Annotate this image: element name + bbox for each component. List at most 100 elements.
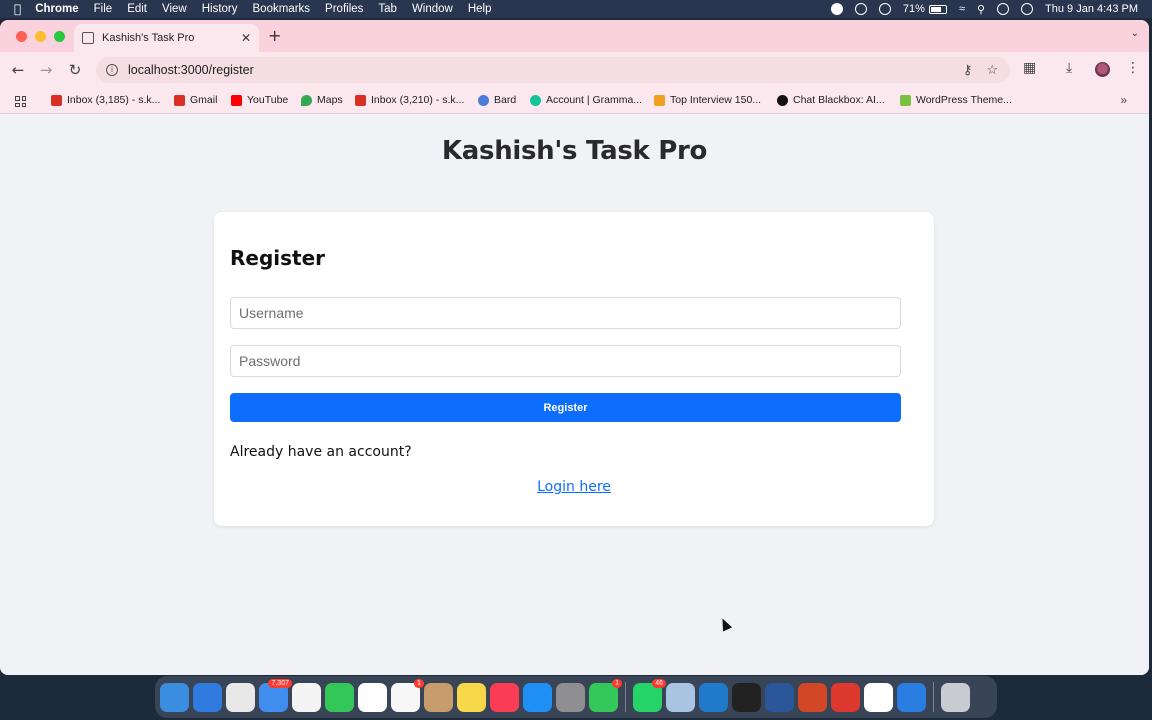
bookmark-item[interactable]: WordPress Theme... <box>900 94 1012 106</box>
bookmark-item[interactable]: Gmail <box>174 94 217 106</box>
notification-badge: 1 <box>612 678 622 688</box>
word-icon[interactable] <box>765 682 794 712</box>
notification-badge: 7,307 <box>268 678 292 688</box>
window-controls <box>16 31 65 42</box>
login-link[interactable]: Login here <box>214 479 934 495</box>
accessibility-icon[interactable] <box>878 3 891 15</box>
menu-tab[interactable]: Tab <box>378 3 397 15</box>
battery-status[interactable]: 71% <box>903 3 947 15</box>
siri-icon[interactable] <box>1021 3 1034 15</box>
username-input[interactable] <box>230 297 901 329</box>
grammarly-icon <box>530 94 541 106</box>
address-url[interactable]: localhost:3000/register <box>128 63 254 77</box>
register-button[interactable]: Register <box>230 393 901 422</box>
notification-badge: 1 <box>414 678 424 688</box>
tab-title: Kashish's Task Pro <box>102 32 195 44</box>
bookmark-star-icon[interactable]: ☆ <box>986 62 998 78</box>
bookmark-item[interactable]: Account | Gramma... <box>530 94 642 106</box>
whatsapp-icon[interactable]: 46 <box>633 678 666 712</box>
address-bar[interactable]: i localhost:3000/register ⚷ ☆ <box>96 57 1010 83</box>
preview-icon[interactable] <box>666 682 695 712</box>
menu-edit[interactable]: Edit <box>127 3 147 15</box>
menu-history[interactable]: History <box>202 3 238 15</box>
notes-icon[interactable] <box>457 682 486 712</box>
gmail-icon <box>51 94 62 106</box>
dock-separator <box>933 682 934 712</box>
tab-close-icon[interactable]: ✕ <box>241 31 251 45</box>
messages-icon[interactable]: 1 <box>589 678 622 712</box>
screen-record-icon[interactable] <box>830 3 843 15</box>
mail-icon[interactable]: 7,307 <box>259 678 292 712</box>
edit-favicon-icon <box>82 32 94 44</box>
bookmark-item[interactable]: Chat Blackbox: AI... <box>777 94 885 106</box>
safari-icon[interactable] <box>193 682 222 712</box>
fullscreen-window-button[interactable] <box>54 31 65 42</box>
menu-app-name[interactable]: Chrome <box>35 3 78 15</box>
facetime-icon[interactable] <box>325 682 354 712</box>
kebab-menu-icon[interactable]: ⋮ <box>1126 60 1140 76</box>
site-info-icon[interactable]: i <box>106 64 118 76</box>
password-key-icon[interactable]: ⚷ <box>963 62 973 78</box>
bookmark-item[interactable]: Maps <box>301 94 343 106</box>
wifi-icon[interactable]: ≈ <box>959 3 965 15</box>
gmail-icon <box>355 94 366 106</box>
package-icon[interactable] <box>854 3 867 15</box>
trash-icon[interactable] <box>941 682 970 712</box>
menu-help[interactable]: Help <box>468 3 492 15</box>
back-arrow-icon[interactable]: ← <box>9 61 27 79</box>
tab-strip: Kashish's Task Pro ✕ + ⌄ <box>0 20 1149 52</box>
wordpress-icon <box>900 94 911 106</box>
password-input[interactable] <box>230 345 901 377</box>
maps-icon <box>301 94 312 106</box>
menu-file[interactable]: File <box>94 3 113 15</box>
menubar-clock[interactable]: Thu 9 Jan 4:43 PM <box>1045 3 1138 15</box>
apple-menu-icon[interactable]:  <box>14 2 21 16</box>
apps-grid-icon[interactable] <box>15 96 26 107</box>
tab-search-chevron-icon[interactable]: ⌄ <box>1131 28 1139 39</box>
photos-icon[interactable] <box>292 682 321 712</box>
menu-bookmarks[interactable]: Bookmarks <box>253 3 311 15</box>
bookmark-label: Top Interview 150... <box>670 94 762 106</box>
chrome-icon[interactable] <box>226 682 255 712</box>
finder-icon[interactable] <box>160 682 189 712</box>
bookmarks-overflow-icon[interactable]: » <box>1120 93 1127 107</box>
forward-arrow-icon[interactable]: → <box>37 61 55 79</box>
system-settings-icon[interactable] <box>556 682 585 712</box>
downloads-icon[interactable]: ⤓ <box>1066 60 1072 76</box>
contacts-icon[interactable] <box>424 682 453 712</box>
redis-icon[interactable] <box>831 682 860 712</box>
bookmark-item[interactable]: Top Interview 150... <box>654 94 761 106</box>
menu-view[interactable]: View <box>162 3 187 15</box>
app-store-icon[interactable] <box>523 682 552 712</box>
bookmark-item[interactable]: Inbox (3,185) - s.k... <box>51 94 160 106</box>
bookmark-label: Inbox (3,210) - s.k... <box>371 94 465 106</box>
spotlight-search-icon[interactable]: ⚲ <box>977 3 985 16</box>
close-window-button[interactable] <box>16 31 27 42</box>
bookmark-label: Inbox (3,185) - s.k... <box>67 94 161 106</box>
battery-percent: 71% <box>902 3 925 15</box>
xcode-instruments-icon[interactable] <box>897 682 926 712</box>
extensions-puzzle-icon[interactable]: ▦ <box>1023 60 1036 76</box>
reload-icon[interactable]: ↻ <box>66 61 84 79</box>
menu-window[interactable]: Window <box>412 3 453 15</box>
bookmark-label: Account | Gramma... <box>546 94 643 106</box>
new-tab-button[interactable]: + <box>268 26 281 45</box>
profile-avatar[interactable] <box>1095 62 1110 77</box>
minimize-window-button[interactable] <box>35 31 46 42</box>
mongodb-icon[interactable] <box>864 682 893 712</box>
terminal-icon[interactable] <box>732 682 761 712</box>
powerpoint-icon[interactable] <box>798 682 827 712</box>
bookmark-item[interactable]: Bard <box>478 94 516 106</box>
bookmark-item[interactable]: Inbox (3,210) - s.k... <box>355 94 464 106</box>
calendar-icon[interactable] <box>358 682 387 712</box>
bookmark-label: Chat Blackbox: AI... <box>793 94 885 106</box>
account-prompt: Already have an account? <box>230 444 412 460</box>
tab-active[interactable]: Kashish's Task Pro ✕ <box>74 24 259 52</box>
reminders-icon[interactable]: 1 <box>391 678 424 712</box>
bookmark-item[interactable]: YouTube <box>231 94 288 106</box>
control-center-icon[interactable] <box>997 3 1010 15</box>
macos-menubar:  Chrome File Edit View History Bookmark… <box>0 0 1152 18</box>
music-icon[interactable] <box>490 682 519 712</box>
menu-profiles[interactable]: Profiles <box>325 3 363 15</box>
vscode-icon[interactable] <box>699 682 728 712</box>
